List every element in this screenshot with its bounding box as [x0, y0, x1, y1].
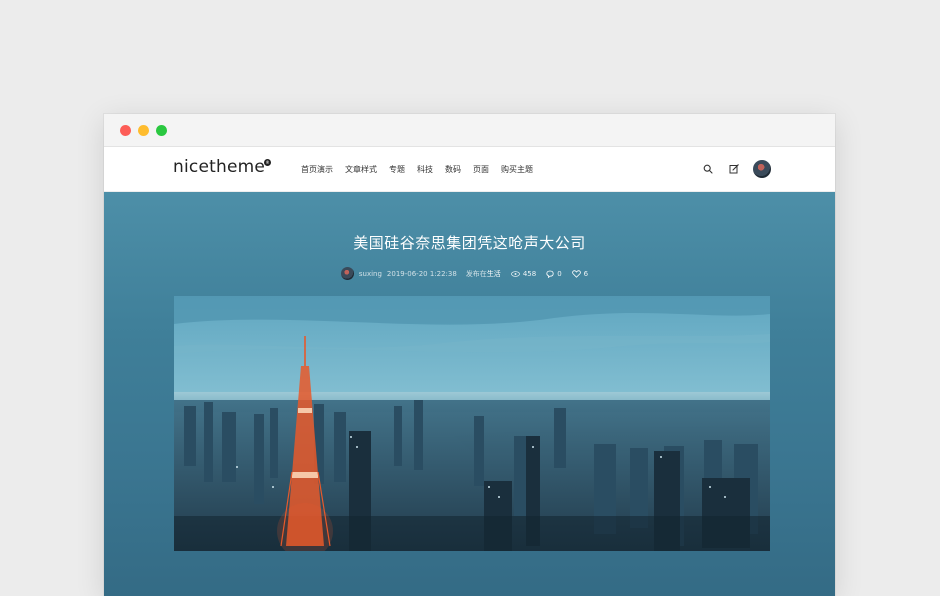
menu-item-post-styles[interactable]: 文章样式: [345, 164, 377, 175]
comment-icon: [546, 270, 554, 278]
featured-image: [174, 296, 770, 551]
site-navbar: nicetheme ® 首页演示 文章样式 专题 科技 数码 页面 购买主题: [104, 147, 835, 192]
eye-icon: [510, 270, 520, 277]
heart-icon: [571, 269, 581, 278]
category-prefix: 发布在: [465, 269, 487, 278]
menu-item-pages[interactable]: 页面: [473, 164, 489, 175]
window-titlebar: [104, 114, 835, 147]
tokyo-skyline-image: [174, 296, 770, 551]
browser-window: nicetheme ® 首页演示 文章样式 专题 科技 数码 页面 购买主题 美…: [104, 114, 835, 596]
menu-item-topics[interactable]: 专题: [389, 164, 405, 175]
menu-item-buy-theme[interactable]: 购买主题: [501, 164, 533, 175]
comments-stat[interactable]: 0: [546, 269, 562, 278]
menu-item-tech[interactable]: 科技: [417, 164, 433, 175]
logo-badge: ®: [264, 159, 271, 166]
menu-item-home-demo[interactable]: 首页演示: [301, 164, 333, 175]
article-meta: suxing 2019-06-20 1:22:38 发布在 生活 458 0 6: [104, 267, 835, 280]
site-logo[interactable]: nicetheme: [173, 157, 265, 177]
likes-stat[interactable]: 6: [571, 269, 589, 278]
likes-count: 6: [583, 269, 589, 278]
edit-icon[interactable]: [725, 160, 743, 178]
article-hero: 美国硅谷奈思集团凭这呛声大公司 suxing 2019-06-20 1:22:3…: [104, 192, 835, 596]
maximize-window-button[interactable]: [156, 125, 167, 136]
navbar-actions: [691, 160, 771, 178]
post-date: 2019-06-20 1:22:38: [386, 269, 457, 278]
close-window-button[interactable]: [120, 125, 131, 136]
menu-item-digital[interactable]: 数码: [445, 164, 461, 175]
views-count: 458: [522, 269, 537, 278]
search-icon[interactable]: [699, 160, 717, 178]
minimize-window-button[interactable]: [138, 125, 149, 136]
comments-count: 0: [557, 269, 562, 278]
views-stat: 458: [510, 269, 537, 278]
user-avatar[interactable]: [753, 160, 771, 178]
author-avatar[interactable]: [340, 267, 354, 280]
category-link[interactable]: 生活: [487, 269, 501, 279]
main-menu: 首页演示 文章样式 专题 科技 数码 页面 购买主题: [301, 164, 545, 175]
author-name[interactable]: suxing: [359, 270, 382, 278]
article-title: 美国硅谷奈思集团凭这呛声大公司: [353, 234, 586, 252]
